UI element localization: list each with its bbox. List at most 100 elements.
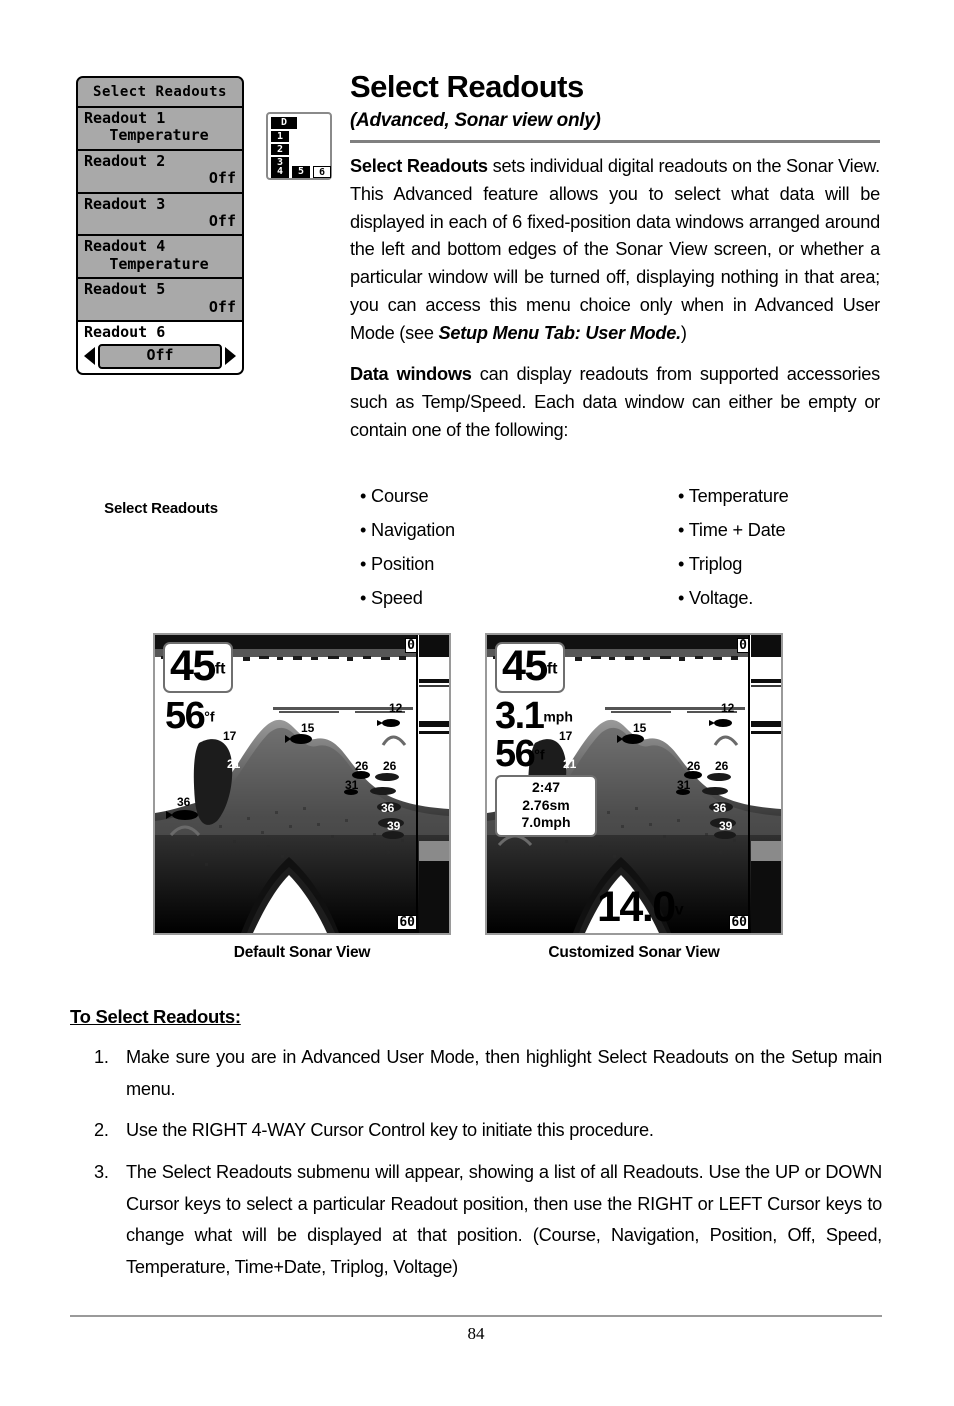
layout-cell-1: 1	[271, 131, 289, 142]
depth-value: 45	[170, 642, 216, 690]
fish-depth-label: 36	[381, 801, 395, 815]
temperature-unit: °f	[204, 708, 215, 725]
depth-scale-bottom: 60	[397, 915, 417, 930]
sonar-screen: 45ft 3.1mph 56°f 2:47 2.76sm 7.0mph 14.0…	[485, 633, 783, 935]
menu-row-label: Readout 1	[84, 109, 166, 127]
speed-value: 3.1	[495, 695, 545, 737]
readout-options-column-1: • Course • Navigation • Position • Speed	[360, 480, 620, 615]
title-divider	[350, 139, 880, 143]
customized-sonar-view-figure: 45ft 3.1mph 56°f 2:47 2.76sm 7.0mph 14.0…	[485, 633, 783, 962]
procedure-step-list: Make sure you are in Advanced User Mode,…	[70, 1042, 882, 1284]
fish-depth-label: 26	[687, 759, 701, 773]
voltage-readout: 14.0v	[597, 886, 684, 929]
menu-row-readout-6-selected[interactable]: Readout 6 Off	[78, 321, 242, 373]
default-sonar-view-figure: 45ft 56°f 0 60 15 12 17 21 36 26 26 31 3…	[153, 633, 451, 962]
layout-cell-2: 2	[271, 144, 289, 155]
readout-options-list: • Course • Navigation • Position • Speed…	[360, 480, 880, 615]
paragraph-1: Select Readouts sets individual digital …	[350, 153, 880, 348]
fish-depth-label: 26	[355, 759, 369, 773]
paragraph-2-lead: Data windows	[350, 363, 472, 384]
menu-row-label: Readout 3	[84, 194, 166, 213]
list-item: • Temperature	[678, 486, 789, 506]
paragraph-1-rest: sets individual digital readouts on the …	[350, 155, 880, 343]
readout-options-column-2: • Temperature • Time + Date • Triplog • …	[620, 480, 880, 615]
speed-unit: mph	[543, 708, 573, 725]
lcd-menu-panel: Select Readouts Readout 1 Temperature Re…	[76, 76, 244, 375]
footer-divider	[70, 1315, 882, 1317]
select-readouts-menu-screenshot: Select Readouts Readout 1 Temperature Re…	[76, 76, 244, 375]
procedure-step: Make sure you are in Advanced User Mode,…	[94, 1042, 882, 1099]
left-arrow-icon[interactable]	[84, 347, 95, 366]
right-arrow-icon[interactable]	[225, 347, 236, 366]
fish-depth-label: 15	[633, 721, 647, 735]
voltage-value: 14.0	[597, 883, 676, 931]
voltage-unit: v	[674, 901, 684, 919]
temperature-readout: 56°f	[165, 697, 215, 735]
fish-depth-label: 21	[227, 757, 241, 771]
list-item: • Speed	[360, 587, 423, 608]
figure-caption: Customized Sonar View	[548, 944, 720, 961]
menu-row-value: Off	[98, 344, 222, 369]
menu-row-label: Readout 2	[84, 151, 166, 170]
temperature-value: 56	[495, 733, 536, 775]
fish-depth-label: 39	[387, 819, 401, 833]
triplog-readout: 2:47 2.76sm 7.0mph	[495, 775, 597, 837]
fish-depth-label: 12	[721, 701, 735, 715]
menu-figure-caption: Select Readouts	[104, 500, 218, 517]
menu-row-value: Temperature	[109, 126, 209, 145]
menu-row-readout-3[interactable]: Readout 3 Off	[78, 193, 242, 237]
list-item: • Triplog	[678, 553, 743, 574]
readout-positions-diagram-icon: D 1 2 3 4 5 6	[266, 112, 332, 180]
layout-cell-6: 6	[313, 166, 331, 178]
list-item: • Position	[360, 553, 435, 574]
fish-depth-label: 21	[563, 757, 577, 771]
fish-depth-label: 26	[383, 759, 397, 773]
procedure-step: Use the RIGHT 4-WAY Cursor Control key t…	[94, 1115, 654, 1146]
depth-unit: ft	[214, 660, 226, 678]
procedure-section: To Select Readouts: Make sure you are in…	[70, 1006, 882, 1294]
menu-row-readout-4[interactable]: Readout 4 Temperature	[78, 236, 242, 280]
procedure-step: The Select Readouts submenu will appear,…	[94, 1157, 882, 1278]
menu-row-readout-2[interactable]: Readout 2 Off	[78, 150, 242, 194]
menu-row-readout-5[interactable]: Readout 5 Off	[78, 279, 242, 322]
list-item: • Course	[360, 486, 429, 506]
procedure-title: To Select Readouts:	[70, 1006, 241, 1027]
menu-title: Select Readouts	[78, 78, 242, 108]
menu-row-value: Temperature	[109, 254, 209, 273]
triplog-time: 2:47	[531, 779, 561, 795]
layout-cell-5: 5	[292, 166, 310, 178]
paragraph-1-lead: Select Readouts	[350, 155, 488, 176]
layout-cell-d: D	[271, 117, 297, 129]
depth-readout: 45ft	[163, 642, 233, 693]
main-content-column: Select Readouts (Advanced, Sonar view on…	[350, 69, 880, 457]
fish-depth-label: 31	[345, 778, 359, 792]
temperature-readout: 56°f	[495, 735, 545, 773]
fish-depth-label: 36	[713, 801, 727, 815]
figure-caption: Default Sonar View	[233, 944, 371, 961]
page-subtitle: (Advanced, Sonar view only)	[350, 110, 601, 132]
depth-scale-bottom: 60	[729, 915, 749, 930]
triplog-distance: 2.76sm	[522, 796, 570, 813]
fish-depth-label: 36	[177, 795, 191, 809]
depth-unit: ft	[546, 660, 558, 678]
menu-row-value: Off	[208, 297, 236, 316]
depth-scale-top: 0	[737, 638, 749, 653]
menu-row-readout-1[interactable]: Readout 1 Temperature	[78, 108, 242, 151]
fish-depth-label: 12	[389, 701, 403, 715]
temperature-value: 56	[165, 695, 206, 737]
layout-cell-4: 4	[271, 166, 289, 178]
value-selector[interactable]: Off	[84, 344, 236, 369]
fish-depth-label: 26	[715, 759, 729, 773]
menu-row-label: Readout 5	[84, 280, 166, 299]
page-title: Select Readouts	[350, 69, 584, 104]
list-item: • Voltage.	[678, 587, 754, 608]
speed-readout: 3.1mph	[495, 697, 573, 735]
paragraph-2: Data windows can display readouts from s…	[350, 361, 880, 445]
sonar-screen: 45ft 56°f 0 60 15 12 17 21 36 26 26 31 3…	[153, 633, 451, 935]
page-number: 84	[467, 1324, 485, 1343]
depth-readout: 45ft	[495, 642, 565, 693]
fish-depth-label: 39	[719, 819, 733, 833]
paragraph-1-reference: Setup Menu Tab: User Mode.	[438, 323, 681, 343]
paragraph-1-tail: )	[680, 323, 687, 343]
fish-depth-label: 17	[223, 729, 237, 743]
